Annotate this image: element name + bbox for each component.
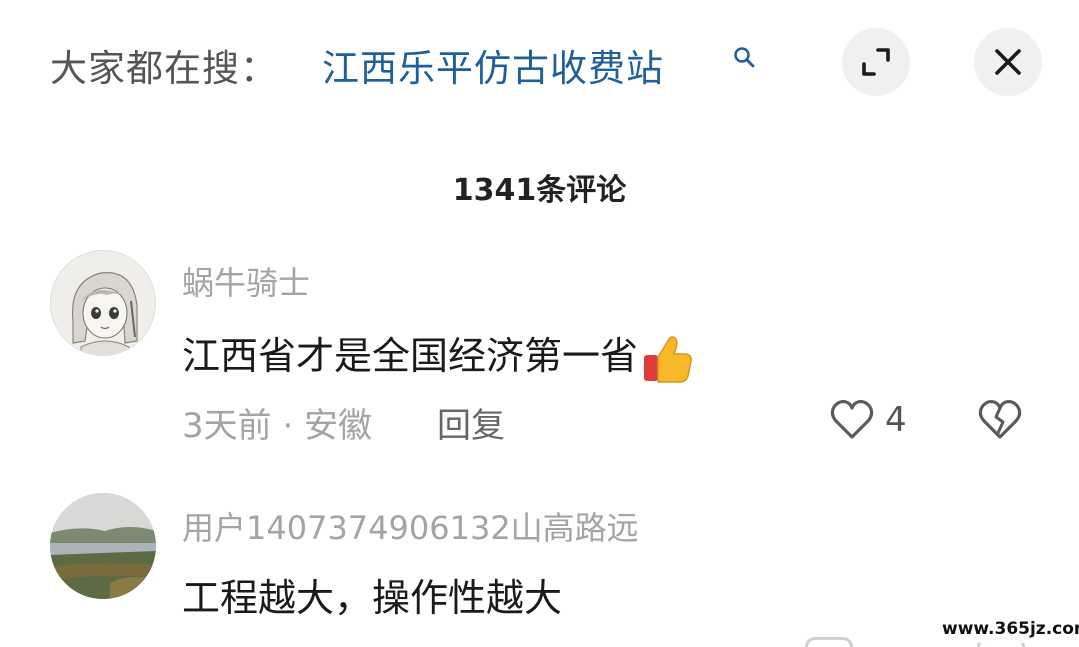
comment-username[interactable]: 用户1407374906132山高路远 [182,503,639,549]
search-header: 大家都在搜： 江西乐平仿古收费站 [0,0,1079,130]
comment-text: 工程越大，操作性越大 [182,576,563,620]
avatar[interactable] [50,250,156,356]
trending-search-prefix: 大家都在搜： [50,47,278,90]
comment-meta: 3天前 · 安徽 [182,406,373,446]
trending-search-link[interactable]: 江西乐平仿古收费站 [322,38,664,92]
landscape-avatar-icon [50,493,156,599]
avatar[interactable] [50,493,156,599]
expand-button[interactable] [842,28,910,96]
like-count: 4 [885,400,907,440]
close-button[interactable] [974,28,1042,96]
comment-username[interactable]: 蜗牛骑士 [182,258,310,304]
broken-heart-icon[interactable] [975,396,1025,444]
next-row-partial [805,637,853,647]
thumbs-up-emoji-icon [644,335,692,383]
comment-text: 江西省才是全国经济第一省 [182,325,696,387]
search-icon[interactable] [733,46,755,68]
anime-girl-avatar-icon [51,251,155,355]
comment-text-body: 江西省才是全国经济第一省 [182,334,639,378]
site-watermark: www.365jz.com [942,615,1079,643]
close-icon [995,49,1021,75]
heart-outline-icon[interactable] [828,396,876,444]
reply-button[interactable]: 回复 [437,398,505,447]
comment-count-title: 1341条评论 [452,173,627,208]
expand-icon [862,48,890,76]
